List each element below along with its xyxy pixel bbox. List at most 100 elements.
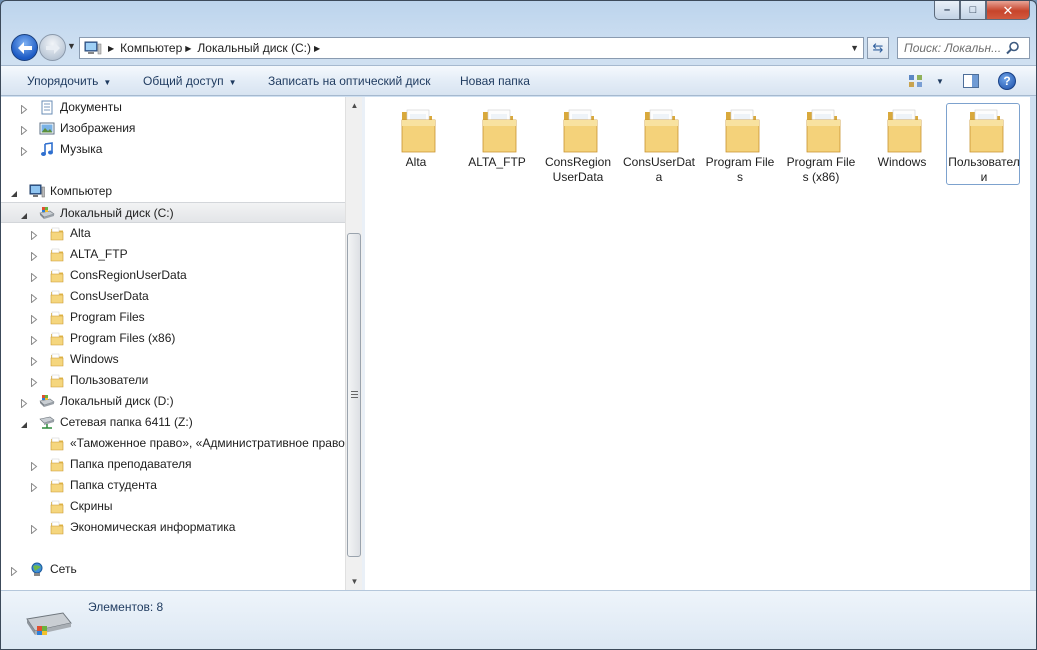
search-icon[interactable]: [1006, 41, 1020, 55]
collapsed-arrow-icon[interactable]: [20, 124, 28, 136]
preview-pane-button[interactable]: [963, 72, 979, 90]
expanded-arrow-icon[interactable]: [20, 418, 28, 428]
close-button[interactable]: ✕: [986, 1, 1030, 20]
tree-item[interactable]: Program Files: [1, 307, 345, 328]
tree-item[interactable]: Документы: [1, 97, 345, 118]
tree-item[interactable]: Компьютер: [1, 181, 345, 202]
back-button[interactable]: [11, 34, 38, 61]
tree-item[interactable]: Локальный диск (D:): [1, 391, 345, 412]
forward-button[interactable]: [39, 34, 66, 61]
tree-item[interactable]: ConsUserData: [1, 286, 345, 307]
caption-buttons: – □ ✕: [934, 1, 1030, 21]
collapsed-arrow-icon[interactable]: [30, 229, 38, 241]
tree-item[interactable]: Папка студента: [1, 475, 345, 496]
collapsed-arrow-icon[interactable]: [20, 397, 28, 409]
collapsed-arrow-icon[interactable]: [20, 103, 28, 115]
tree-item[interactable]: Program Files (x86): [1, 328, 345, 349]
new-folder-button[interactable]: Новая папка: [460, 74, 530, 88]
change-view-button[interactable]: ▼: [908, 72, 944, 90]
tree-item[interactable]: ConsRegionUserData: [1, 265, 345, 286]
folder-tile-label: Program Files: [705, 155, 775, 184]
collapsed-arrow-icon[interactable]: [30, 481, 38, 493]
help-button[interactable]: ?: [998, 72, 1016, 90]
chevron-down-icon: ▼: [103, 78, 112, 87]
folder-icon: [49, 331, 65, 346]
folder-tile[interactable]: ALTA_FTP: [459, 103, 533, 185]
collapsed-arrow-icon[interactable]: [30, 271, 38, 283]
tree-item[interactable]: Сеть: [1, 559, 345, 580]
minimize-button[interactable]: –: [934, 1, 960, 20]
share-button[interactable]: Общий доступ ▼: [143, 74, 237, 88]
folder-icon: [49, 373, 65, 388]
tree-item[interactable]: Локальный диск (C:): [1, 202, 345, 223]
tree-item[interactable]: Пользователи: [1, 370, 345, 391]
address-dropdown[interactable]: ▼: [850, 43, 859, 53]
navigation-pane[interactable]: Документы Изображения Музыка Компьютер Локал…: [1, 97, 345, 590]
address-bar[interactable]: ▶ Компьютер ▶ Локальный диск (C:) ▶ ▼: [79, 37, 864, 59]
breadcrumb-separator-icon[interactable]: ▶: [108, 44, 114, 53]
tree-item-label: ConsUserData: [70, 289, 149, 303]
breadcrumb-drive-c[interactable]: Локальный диск (C:): [197, 41, 311, 55]
folder-icon: [49, 457, 65, 472]
tree-item-label: Alta: [70, 226, 91, 240]
refresh-button[interactable]: ⇆: [867, 37, 889, 59]
collapsed-arrow-icon[interactable]: [30, 376, 38, 388]
arrow-left-icon: [17, 41, 32, 54]
tree-item[interactable]: Скрины: [1, 496, 345, 517]
tree-item[interactable]: Папка преподавателя: [1, 454, 345, 475]
tree-item[interactable]: Сетевая папка 6411 (Z:): [1, 412, 345, 433]
maximize-icon: □: [969, 3, 977, 16]
expanded-arrow-icon[interactable]: [10, 187, 18, 197]
content-pane[interactable]: Alta ALTA_FTP ConsRegionUserData ConsUserDa…: [365, 97, 1032, 590]
collapsed-arrow-icon[interactable]: [30, 313, 38, 325]
chevron-down-icon[interactable]: ▼: [936, 77, 944, 86]
tree-item-label: Папка преподавателя: [70, 457, 192, 471]
collapsed-arrow-icon[interactable]: [30, 334, 38, 346]
breadcrumb-separator-icon[interactable]: ▶: [314, 44, 320, 53]
breadcrumb-separator-icon[interactable]: ▶: [185, 44, 191, 53]
tree-item-label: Пользователи: [70, 373, 149, 387]
folder-tile[interactable]: Alta: [378, 103, 452, 185]
organize-label: Упорядочить: [27, 74, 99, 88]
tree-item[interactable]: Alta: [1, 223, 345, 244]
tree-item-label: Program Files: [70, 310, 145, 324]
collapsed-arrow-icon[interactable]: [30, 523, 38, 535]
collapsed-arrow-icon[interactable]: [30, 292, 38, 304]
maximize-button[interactable]: □: [960, 1, 986, 20]
collapsed-arrow-icon[interactable]: [30, 250, 38, 262]
scroll-up-icon[interactable]: ▲: [346, 97, 363, 114]
breadcrumb-computer[interactable]: Компьютер: [120, 41, 182, 55]
collapsed-arrow-icon[interactable]: [30, 460, 38, 472]
tree-item[interactable]: ALTA_FTP: [1, 244, 345, 265]
organize-button[interactable]: Упорядочить ▼: [27, 74, 111, 88]
tree-item[interactable]: Музыка: [1, 139, 345, 160]
folder-tile[interactable]: ConsRegionUserData: [540, 103, 614, 185]
tree-item[interactable]: Windows: [1, 349, 345, 370]
recent-pages-dropdown[interactable]: ▼: [67, 41, 76, 51]
grip-icon: [351, 391, 358, 398]
folder-tile[interactable]: ConsUserData: [621, 103, 695, 185]
scroll-down-icon[interactable]: ▼: [346, 573, 363, 590]
tree-item[interactable]: Изображения: [1, 118, 345, 139]
tree-item-label: Сетевая папка 6411 (Z:): [60, 415, 193, 429]
search-box[interactable]: [897, 37, 1030, 59]
collapsed-arrow-icon[interactable]: [10, 565, 18, 577]
folder-tile-label: Windows: [877, 155, 927, 169]
folder-tile[interactable]: Program Files: [702, 103, 776, 185]
folder-tile[interactable]: Пользователи: [946, 103, 1020, 185]
burn-button[interactable]: Записать на оптический диск: [268, 74, 431, 88]
expanded-arrow-icon[interactable]: [20, 209, 28, 219]
navigation-scrollbar[interactable]: ▲ ▼: [345, 97, 362, 590]
computer-icon: [84, 41, 102, 55]
collapsed-arrow-icon[interactable]: [30, 355, 38, 367]
search-input[interactable]: [898, 41, 1006, 55]
tree-item[interactable]: «Таможенное право», «Административное пр…: [1, 433, 345, 454]
folder-icon: [804, 106, 844, 156]
folder-tile[interactable]: Windows: [864, 103, 938, 185]
tree-item[interactable]: Экономическая информатика: [1, 517, 345, 538]
view-grid-icon: [909, 75, 922, 87]
folder-tile[interactable]: Program Files (x86): [783, 103, 857, 185]
collapsed-arrow-icon[interactable]: [20, 145, 28, 157]
scrollbar-thumb[interactable]: [347, 233, 361, 557]
network-icon: [29, 562, 45, 577]
